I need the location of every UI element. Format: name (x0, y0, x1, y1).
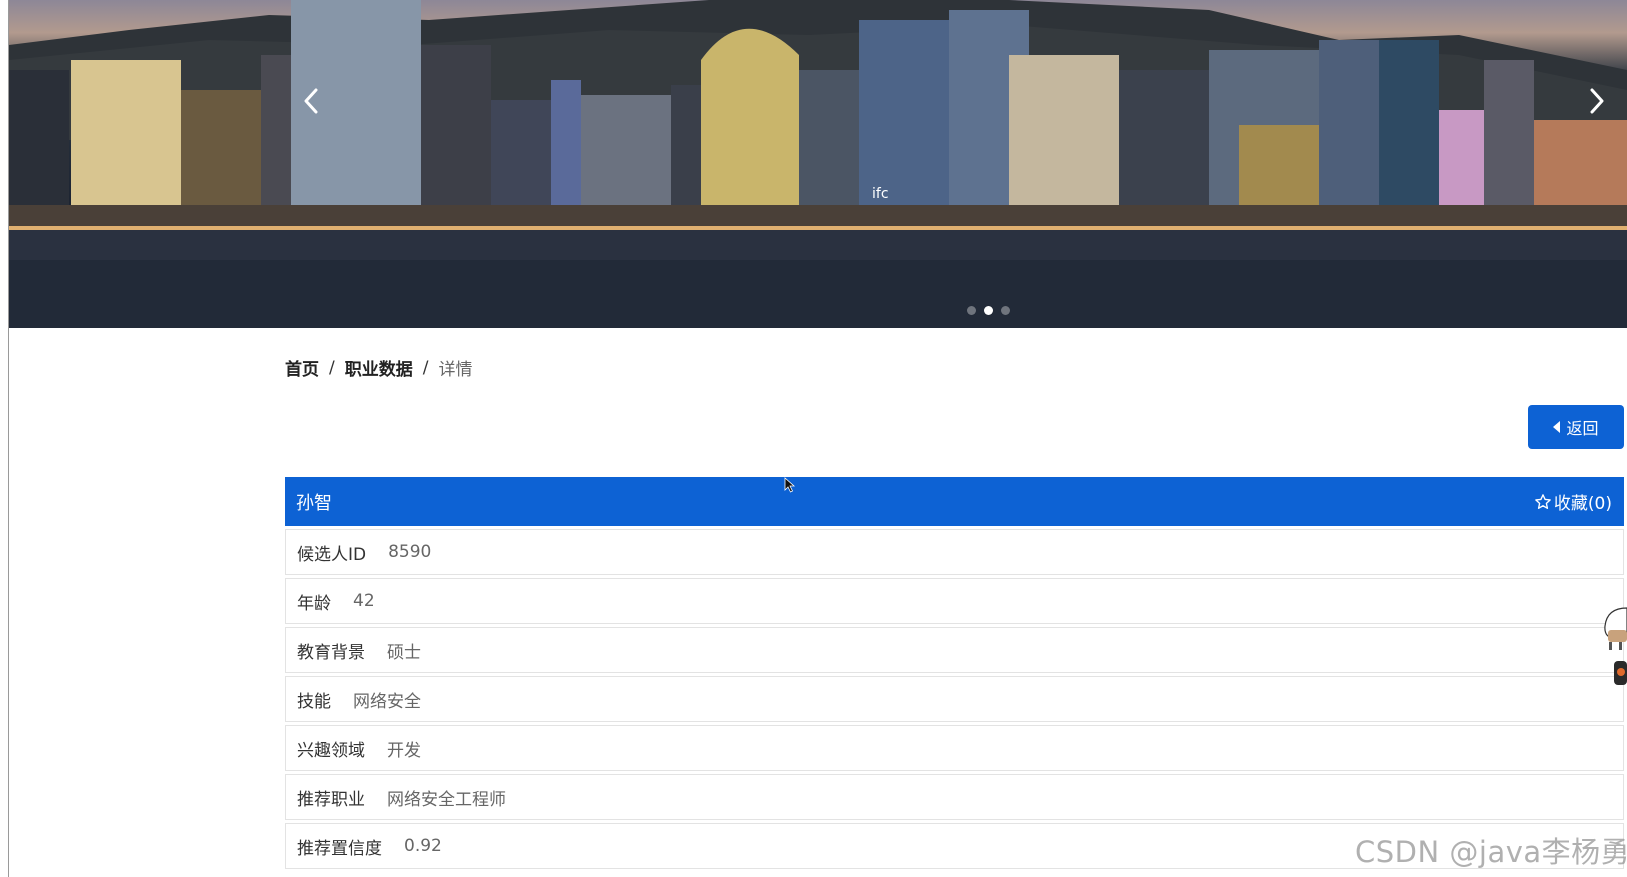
city-skyline-image: ifc (9, 0, 1627, 328)
carousel-dot-active[interactable] (983, 306, 993, 315)
favorite-button[interactable]: 收藏(0) (1534, 489, 1612, 514)
detail-panel: 孙智 收藏(0) 候选人ID 8590 年龄 42 教育背景 硕士 技能 网络安… (285, 477, 1624, 869)
field-row-age: 年龄 42 (285, 578, 1624, 624)
field-label: 年龄 (297, 593, 331, 614)
carousel-indicators (9, 306, 1627, 315)
star-outline-icon (1535, 493, 1551, 509)
field-label: 教育背景 (297, 642, 365, 663)
breadcrumb-career-data[interactable]: 职业数据 (345, 355, 413, 380)
field-value: 开发 (387, 740, 421, 761)
field-row-skills: 技能 网络安全 (285, 676, 1624, 722)
chevron-left-icon (304, 88, 318, 114)
field-value: 8590 (388, 542, 432, 562)
carousel-dot[interactable] (966, 306, 976, 315)
field-label: 候选人ID (297, 544, 367, 565)
breadcrumb-separator: / (329, 357, 335, 378)
field-value: 网络安全 (353, 691, 421, 712)
floating-assistant-icon[interactable] (1602, 606, 1627, 686)
carousel-prev-button[interactable] (303, 88, 335, 128)
field-value: 硕士 (387, 642, 421, 663)
field-value: 0.92 (404, 836, 442, 856)
favorite-count: 收藏(0) (1553, 494, 1612, 514)
chevron-right-icon (1590, 88, 1604, 114)
breadcrumb-home[interactable]: 首页 (285, 355, 319, 380)
watermark: CSDN @java李杨勇 (1355, 835, 1627, 869)
carousel-next-button[interactable] (1589, 88, 1621, 128)
field-label: 推荐职业 (297, 789, 365, 810)
field-row-candidate-id: 候选人ID 8590 (285, 529, 1624, 575)
field-label: 技能 (297, 691, 331, 712)
breadcrumb-current: 详情 (438, 360, 473, 380)
carousel-dot[interactable] (1000, 306, 1010, 315)
field-label: 兴趣领域 (297, 740, 365, 761)
mouse-cursor-icon (784, 477, 796, 493)
field-value: 网络安全工程师 (387, 789, 506, 810)
field-row-interests: 兴趣领域 开发 (285, 725, 1624, 771)
field-row-education: 教育背景 硕士 (285, 627, 1624, 673)
back-button-label: 返回 (1566, 419, 1599, 438)
breadcrumb: 首页 / 职业数据 / 详情 (285, 355, 473, 381)
ifc-sign: ifc (872, 186, 889, 202)
field-row-recommended-career: 推荐职业 网络安全工程师 (285, 774, 1624, 820)
field-value: 42 (353, 591, 375, 611)
detail-header: 孙智 收藏(0) (285, 477, 1624, 526)
back-button[interactable]: 返回 (1528, 405, 1624, 449)
candidate-name: 孙智 (296, 492, 332, 514)
breadcrumb-separator: / (422, 357, 429, 378)
caret-left-icon (1553, 421, 1561, 433)
banner-carousel[interactable]: ifc (9, 0, 1627, 328)
field-label: 推荐置信度 (297, 838, 382, 859)
